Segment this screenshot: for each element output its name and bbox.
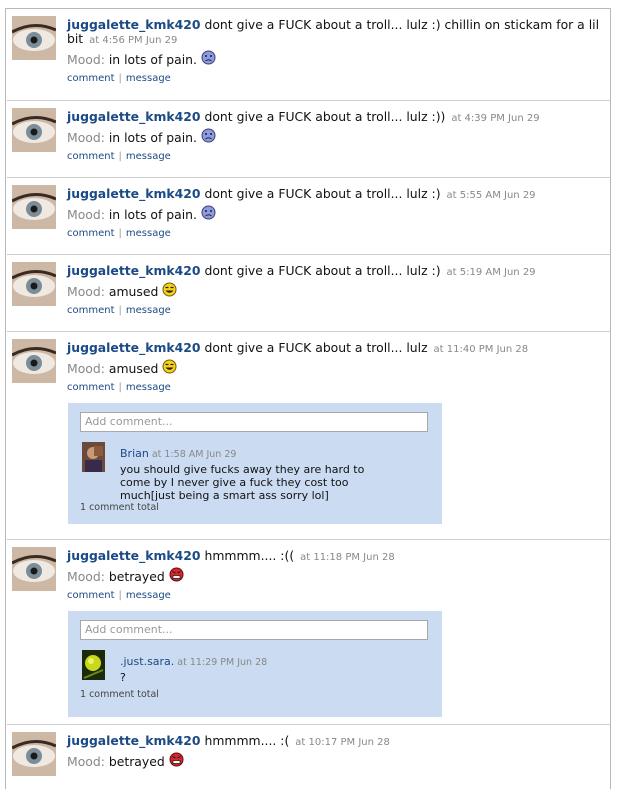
timestamp: at 4:39 PM Jun 29 (451, 113, 540, 124)
post-actions: comment | message (67, 228, 171, 239)
mood-line: Mood: in lots of pain. (67, 128, 602, 148)
avatar[interactable] (12, 339, 56, 383)
username-link[interactable]: juggalette_kmk420 (67, 186, 201, 201)
mood-line: Mood: in lots of pain. (67, 205, 602, 225)
mood-value: in lots of pain. (108, 130, 197, 145)
status-text: juggalette_kmk420 dont give a FUCK about… (67, 18, 602, 48)
mood-line: Mood: amused (67, 282, 602, 302)
add-comment-input[interactable]: Add comment... (80, 620, 428, 640)
username-link[interactable]: juggalette_kmk420 (67, 109, 201, 124)
amused-face-icon (162, 282, 177, 302)
mood-value: in lots of pain. (108, 52, 197, 67)
mood-line: Mood: amused (67, 359, 602, 379)
status-text: juggalette_kmk420 dont give a FUCK about… (67, 110, 602, 126)
divider (7, 331, 610, 332)
mood-value: amused (108, 361, 159, 376)
username-link[interactable]: juggalette_kmk420 (67, 17, 201, 32)
status-text: juggalette_kmk420 hmmmm.... :( at 10:17 … (67, 734, 602, 750)
message-link[interactable]: message (126, 382, 171, 393)
mood-value: in lots of pain. (108, 207, 197, 222)
comment-link[interactable]: comment (67, 382, 115, 393)
status-text: juggalette_kmk420 dont give a FUCK about… (67, 264, 602, 280)
commenter-name[interactable]: .just.sara. (120, 655, 174, 668)
username-link[interactable]: juggalette_kmk420 (67, 548, 201, 563)
comment-panel: Add comment... Brian at 1:58 AM Jun 29 yo… (68, 403, 442, 524)
mood-line: Mood: betrayed (67, 752, 602, 772)
commenter-avatar[interactable] (82, 650, 105, 680)
angry-face-icon (169, 567, 184, 587)
post-actions: comment | message (67, 151, 171, 162)
status-message: dont give a FUCK about a troll... lulz (204, 340, 428, 355)
username-link[interactable]: juggalette_kmk420 (67, 733, 201, 748)
timestamp: at 5:19 AM Jun 29 (446, 267, 536, 278)
sad-face-icon (201, 128, 216, 148)
post-actions: comment | message (67, 590, 171, 601)
message-link[interactable]: message (126, 228, 171, 239)
timestamp: at 10:17 PM Jun 28 (295, 737, 390, 748)
divider (7, 724, 610, 725)
status-message: dont give a FUCK about a troll... lulz :… (204, 263, 441, 278)
add-comment-input[interactable]: Add comment... (80, 412, 428, 432)
comment-timestamp: at 1:58 AM Jun 29 (151, 449, 237, 460)
message-link[interactable]: message (126, 305, 171, 316)
avatar[interactable] (12, 16, 56, 60)
status-message: hmmmm.... :(( (204, 548, 295, 563)
divider (7, 177, 610, 178)
mood-value: betrayed (108, 754, 165, 769)
sad-face-icon (201, 50, 216, 70)
mood-value: amused (108, 284, 159, 299)
post-actions: comment | message (67, 73, 171, 84)
status-text: juggalette_kmk420 dont give a FUCK about… (67, 187, 602, 203)
angry-face-icon (169, 752, 184, 772)
post-actions: comment | message (67, 382, 171, 393)
avatar[interactable] (12, 108, 56, 152)
commenter-name[interactable]: Brian (120, 447, 149, 460)
status-message: hmmmm.... :( (204, 733, 290, 748)
avatar[interactable] (12, 547, 56, 591)
amused-face-icon (162, 359, 177, 379)
comment-link[interactable]: comment (67, 151, 115, 162)
message-link[interactable]: message (126, 151, 171, 162)
avatar[interactable] (12, 262, 56, 306)
status-text: juggalette_kmk420 dont give a FUCK about… (67, 341, 602, 357)
comment-link[interactable]: comment (67, 590, 115, 601)
divider (7, 100, 610, 101)
timestamp: at 11:18 PM Jun 28 (300, 552, 395, 563)
post-actions: comment | message (67, 305, 171, 316)
mood-value: betrayed (108, 569, 165, 584)
avatar[interactable] (12, 732, 56, 776)
comment-link[interactable]: comment (67, 305, 115, 316)
status-text: juggalette_kmk420 hmmmm.... :(( at 11:18… (67, 549, 602, 565)
timestamp: at 11:40 PM Jun 28 (433, 344, 529, 355)
status-message: dont give a FUCK about a troll... lulz :… (204, 109, 446, 124)
message-link[interactable]: message (126, 590, 171, 601)
username-link[interactable]: juggalette_kmk420 (67, 340, 201, 355)
sad-face-icon (201, 205, 216, 225)
status-message: dont give a FUCK about a troll... lulz :… (204, 186, 441, 201)
comment-link[interactable]: comment (67, 73, 115, 84)
comment-text: you should give fucks away they are hard… (120, 463, 365, 502)
mood-line: Mood: in lots of pain. (67, 50, 602, 70)
divider (7, 254, 610, 255)
commenter-avatar[interactable] (82, 442, 105, 472)
username-link[interactable]: juggalette_kmk420 (67, 263, 201, 278)
mood-line: Mood: betrayed (67, 567, 602, 587)
comment-panel: Add comment... .just.sara. at 11:29 PM Ju… (68, 611, 442, 717)
avatar[interactable] (12, 185, 56, 229)
comment-count: 1 comment total (80, 502, 159, 513)
comment-count: 1 comment total (80, 689, 159, 700)
comment-link[interactable]: comment (67, 228, 115, 239)
comment-text: ? (120, 671, 126, 684)
message-link[interactable]: message (126, 73, 171, 84)
comment-timestamp: at 11:29 PM Jun 28 (177, 657, 268, 668)
timestamp: at 4:56 PM Jun 29 (89, 35, 178, 46)
status-feed: juggalette_kmk420 dont give a FUCK about… (5, 8, 611, 789)
timestamp: at 5:55 AM Jun 29 (446, 190, 536, 201)
divider (7, 539, 610, 540)
